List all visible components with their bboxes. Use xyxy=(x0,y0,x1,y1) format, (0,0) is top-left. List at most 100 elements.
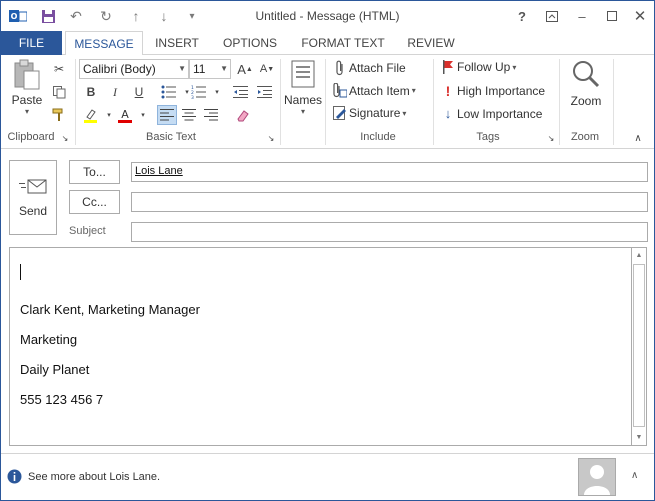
bullets-icon[interactable] xyxy=(159,82,179,102)
attach-item-button[interactable]: Attach Item ▾ xyxy=(331,83,416,98)
to-recipient[interactable]: Lois Lane xyxy=(135,165,183,177)
follow-up-button[interactable]: Follow Up ▾ xyxy=(439,60,516,74)
format-painter-icon[interactable] xyxy=(49,105,69,125)
tab-insert[interactable]: INSERT xyxy=(149,31,205,55)
tags-launcher-icon[interactable]: ↘ xyxy=(545,131,557,145)
tab-format-text[interactable]: FORMAT TEXT xyxy=(295,31,391,55)
tab-review[interactable]: REVIEW xyxy=(403,31,459,55)
ribbon: Paste ▾ ✂ Clipboard ↘ Calibri (Body) ▼ 1… xyxy=(1,55,654,149)
highlight-icon[interactable] xyxy=(81,105,101,125)
vertical-scrollbar[interactable]: ▲ ▼ xyxy=(631,248,646,445)
high-importance-label: High Importance xyxy=(457,84,546,98)
separator xyxy=(613,59,614,145)
body-line: 555 123 456 7 xyxy=(20,392,104,407)
basic-text-group-label: Basic Text xyxy=(146,131,196,143)
tab-options[interactable]: OPTIONS xyxy=(217,31,283,55)
ribbon-tabs: FILE MESSAGE INSERT OPTIONS FORMAT TEXT … xyxy=(1,31,654,56)
minimize-icon[interactable]: – xyxy=(567,5,597,27)
bold-icon[interactable]: B xyxy=(81,82,101,102)
subject-field[interactable] xyxy=(131,222,648,242)
decrease-indent-icon[interactable] xyxy=(231,82,251,102)
body-line: Clark Kent, Marketing Manager xyxy=(20,302,200,317)
message-window: O ↶ ↻ ↑ ↓ ▾ Untitled - Message (HTML) ? … xyxy=(0,0,655,501)
expand-people-pane-icon[interactable]: ∧ xyxy=(631,470,638,481)
clipboard-launcher-icon[interactable]: ↘ xyxy=(59,131,71,145)
high-importance-icon: ! xyxy=(445,83,451,99)
font-size-value: 11 xyxy=(193,62,206,76)
send-envelope-icon xyxy=(18,178,48,196)
flag-icon xyxy=(439,60,457,74)
chevron-down-icon: ▾ xyxy=(402,108,407,118)
high-importance-button[interactable]: ! High Importance xyxy=(439,83,545,99)
align-center-icon[interactable] xyxy=(179,105,199,125)
cc-field[interactable] xyxy=(131,192,648,212)
basic-text-launcher-icon[interactable]: ↘ xyxy=(265,131,277,145)
names-dropdown-icon: ▾ xyxy=(300,107,305,116)
font-name-select[interactable]: Calibri (Body) ▼ xyxy=(79,59,189,79)
people-pane-bar: See more about Lois Lane. ∧ xyxy=(1,453,654,500)
maximize-icon[interactable] xyxy=(597,5,627,27)
send-button[interactable]: Send xyxy=(9,160,57,235)
copy-icon[interactable] xyxy=(49,82,69,102)
people-pane-text[interactable]: See more about Lois Lane. xyxy=(28,471,160,483)
paste-button[interactable]: Paste ▾ xyxy=(7,59,47,117)
title-bar: O ↶ ↻ ↑ ↓ ▾ Untitled - Message (HTML) ? … xyxy=(1,1,654,31)
separator xyxy=(75,59,76,145)
collapse-ribbon-icon[interactable]: ∧ xyxy=(631,131,645,145)
names-label: Names xyxy=(283,93,322,107)
paste-dropdown-icon: ▾ xyxy=(24,107,29,116)
scroll-thumb[interactable] xyxy=(633,264,645,427)
clipboard-group-label: Clipboard xyxy=(7,131,55,143)
font-size-select[interactable]: 11 ▼ xyxy=(189,59,231,79)
avatar[interactable] xyxy=(578,458,616,496)
paste-icon xyxy=(12,59,42,91)
names-button[interactable]: Names ▾ xyxy=(283,59,323,125)
chevron-down-icon[interactable]: ▾ xyxy=(207,82,227,102)
separator xyxy=(280,59,281,145)
tab-file[interactable]: FILE xyxy=(1,31,62,55)
separator xyxy=(433,59,434,145)
numbering-icon[interactable]: 123 xyxy=(189,82,209,102)
zoom-group-label: Zoom xyxy=(570,131,600,143)
increase-indent-icon[interactable] xyxy=(255,82,275,102)
subject-label: Subject xyxy=(69,225,106,237)
address-book-icon xyxy=(288,59,318,89)
font-color-icon[interactable]: A xyxy=(115,105,135,125)
paste-label: Paste xyxy=(11,93,43,107)
ribbon-display-options-icon[interactable] xyxy=(537,5,567,27)
cc-button[interactable]: Cc... xyxy=(69,190,120,214)
to-field[interactable]: Lois Lane xyxy=(131,162,648,182)
chevron-down-icon[interactable]: ▾ xyxy=(133,105,153,125)
underline-icon[interactable]: U xyxy=(129,82,149,102)
low-importance-label: Low Importance xyxy=(457,106,543,121)
tags-group-label: Tags xyxy=(476,131,500,143)
shrink-font-icon[interactable]: A ▼ xyxy=(257,59,277,79)
align-right-icon[interactable] xyxy=(201,105,221,125)
help-button[interactable]: ? xyxy=(507,5,537,27)
attach-file-button[interactable]: Attach File xyxy=(331,60,406,76)
clear-formatting-icon[interactable] xyxy=(233,105,253,125)
low-importance-button[interactable]: ↓ Low Importance xyxy=(439,106,543,121)
scroll-up-icon[interactable]: ▲ xyxy=(632,248,646,262)
signature-button[interactable]: Signature ▾ xyxy=(331,106,406,120)
signature-icon xyxy=(331,106,349,120)
message-body[interactable]: Clark Kent, Marketing Manager Marketing … xyxy=(9,247,647,446)
attach-item-icon xyxy=(331,83,349,98)
info-icon xyxy=(7,469,22,487)
scroll-down-icon[interactable]: ▼ xyxy=(632,430,646,444)
grow-font-icon[interactable]: A ▲ xyxy=(235,59,255,79)
italic-icon[interactable]: I xyxy=(105,82,125,102)
body-line: Daily Planet xyxy=(20,362,90,377)
paperclip-icon xyxy=(331,60,349,76)
chevron-down-icon: ▾ xyxy=(512,62,517,72)
tab-message[interactable]: MESSAGE xyxy=(65,31,143,56)
svg-text:3: 3 xyxy=(191,95,194,99)
align-left-icon[interactable] xyxy=(157,105,177,125)
to-button[interactable]: To... xyxy=(69,160,120,184)
zoom-label: Zoom xyxy=(570,94,602,108)
cut-icon[interactable]: ✂ xyxy=(49,59,69,79)
include-group-label: Include xyxy=(360,131,396,143)
zoom-button[interactable]: Zoom xyxy=(565,59,607,119)
chevron-down-icon: ▼ xyxy=(220,64,228,73)
close-icon[interactable]: ✕ xyxy=(625,5,654,27)
